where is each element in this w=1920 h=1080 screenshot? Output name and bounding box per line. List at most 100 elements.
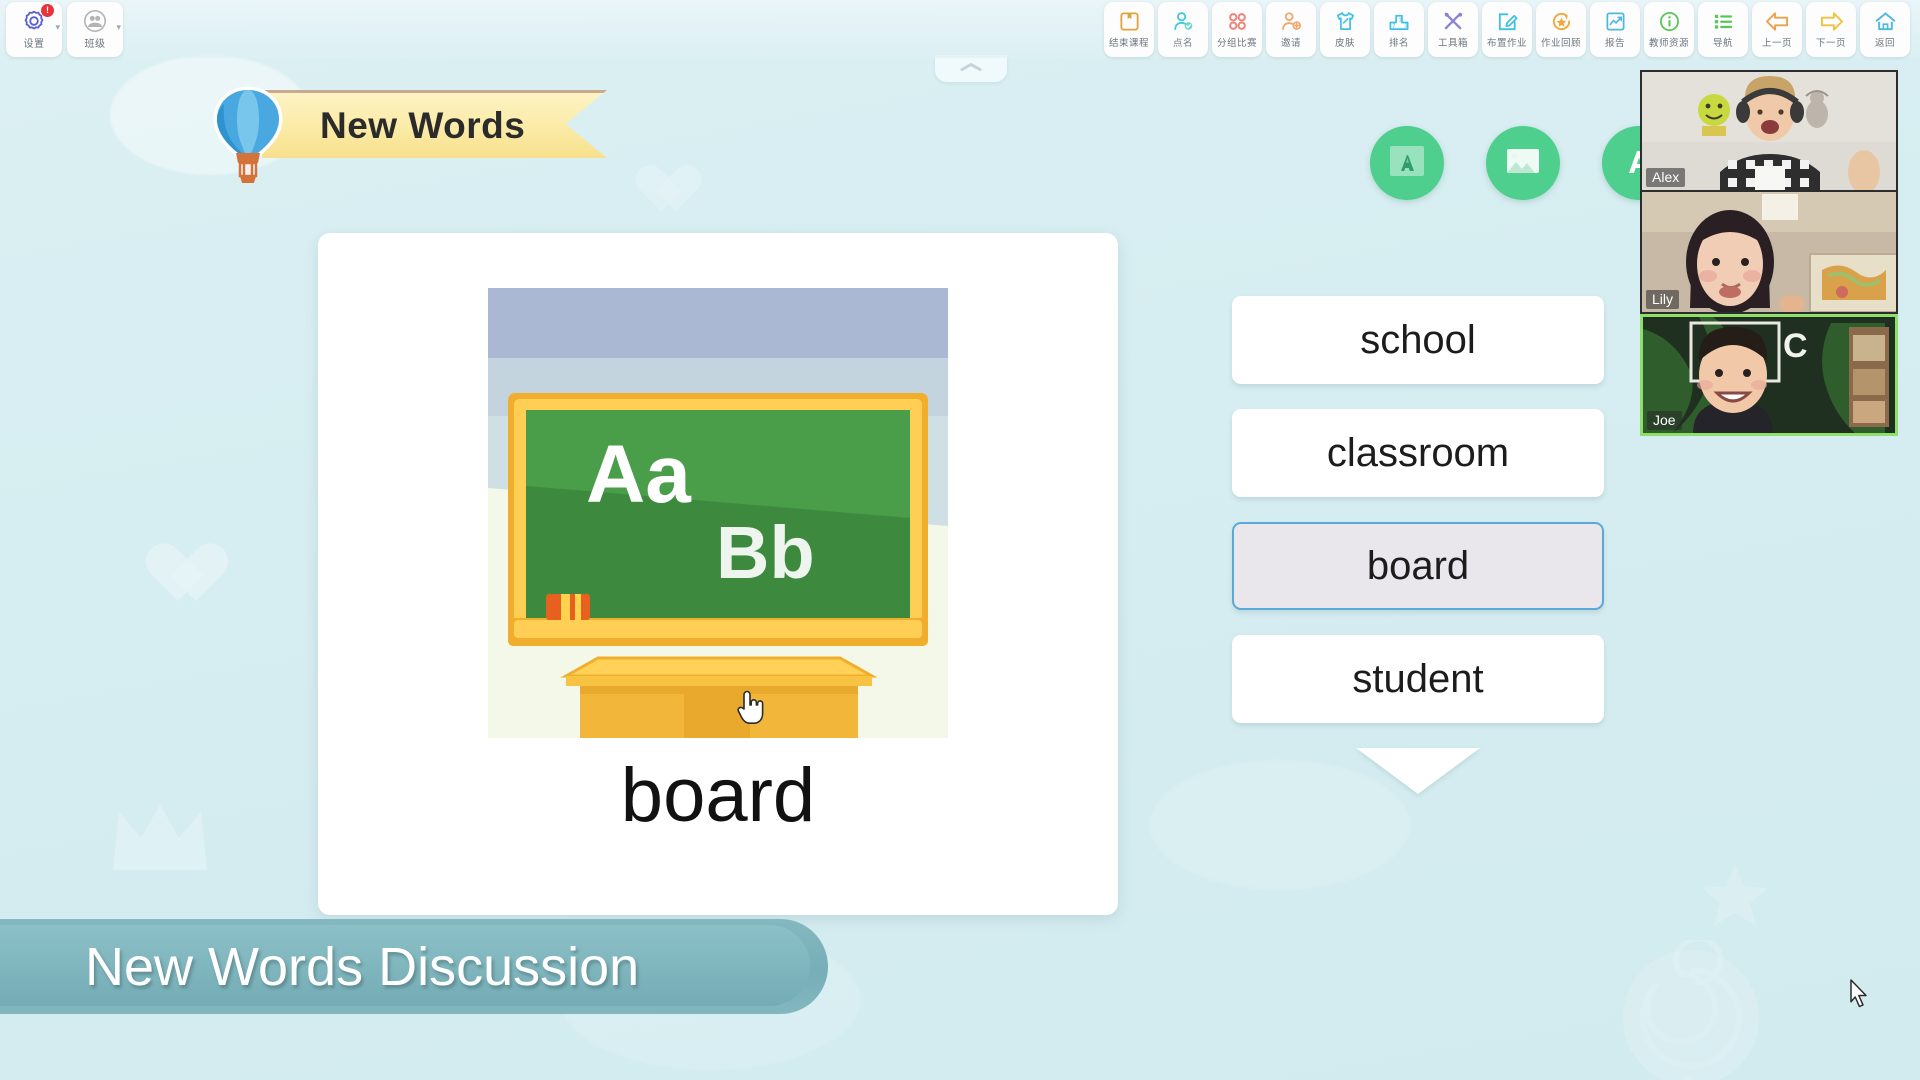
homework-review-label: 作业回顾 [1540, 38, 1581, 49]
end-course-label: 结束课程 [1108, 38, 1149, 49]
hot-air-balloon-icon [202, 82, 294, 203]
skin-button[interactable]: 皮肤 [1320, 2, 1370, 57]
invite-button[interactable]: 邀请 [1266, 2, 1316, 57]
crown-decor [113, 804, 207, 870]
toolbar-collapse-handle[interactable] [935, 55, 1007, 82]
teacher-resource-label: 教师资源 [1648, 38, 1689, 49]
group-competition-button[interactable]: 分组比赛 [1212, 2, 1262, 57]
star-decor [1702, 864, 1768, 926]
group-competition-icon [1226, 10, 1249, 33]
word-list-item-board[interactable]: board [1232, 522, 1604, 610]
navigation-list-icon [1712, 10, 1735, 33]
home-icon [1874, 10, 1897, 33]
image-picture-icon [1501, 139, 1545, 188]
settings-alert-badge: ! [41, 4, 54, 17]
end-course-button[interactable]: 结束课程 [1104, 2, 1154, 57]
navigation-label: 导航 [1712, 38, 1733, 49]
previous-page-label: 上一页 [1761, 38, 1792, 49]
section-title-text: New Words [320, 104, 526, 146]
green-action-buttons [1370, 126, 1676, 200]
word-list-item-school[interactable]: school [1232, 296, 1604, 384]
settings-label: 设置 [23, 39, 45, 50]
assign-homework-button[interactable]: 布置作业 [1482, 2, 1532, 57]
invite-person-icon [1280, 10, 1303, 33]
assign-homework-label: 布置作业 [1486, 38, 1527, 49]
video-name-label: Lily [1646, 290, 1680, 309]
navigation-button[interactable]: 导航 [1698, 2, 1748, 57]
video-tile-lily[interactable]: Lily [1640, 192, 1898, 314]
video-tile-alex[interactable]: Alex [1640, 70, 1898, 192]
chevron-down-icon[interactable]: ▾ [116, 22, 121, 33]
next-page-button[interactable]: 下一页 [1806, 2, 1856, 57]
classroom-blackboard-illustration: Aa Bb [488, 288, 948, 738]
chevron-up-icon [958, 60, 984, 78]
card-word-label: board [620, 753, 816, 838]
video-tile-joe[interactable]: C Joe [1640, 314, 1898, 436]
roll-call-person-icon [1172, 10, 1195, 33]
skin-shirt-icon [1334, 10, 1357, 33]
video-feed-lily [1642, 192, 1896, 312]
back-home-button[interactable]: 返回 [1860, 2, 1910, 57]
group-competition-label: 分组比赛 [1216, 38, 1257, 49]
assign-homework-pencil-icon [1496, 10, 1519, 33]
invite-label: 邀请 [1280, 38, 1301, 49]
settings-button[interactable]: 设置 ! ▾ [6, 2, 62, 57]
heart-decor [647, 166, 703, 217]
section-title-ribbon: New Words [213, 86, 607, 183]
toolbox-label: 工具箱 [1437, 38, 1468, 49]
word-label: classroom [1326, 430, 1510, 475]
text-tool-button-1[interactable] [1370, 126, 1444, 200]
toolbar-left-group: 设置 ! ▾ 班级 ▾ [0, 0, 128, 57]
ranking-podium-icon: 1 2 3 [1388, 10, 1411, 33]
word-list-item-student[interactable]: student [1232, 635, 1604, 723]
report-chart-icon [1604, 10, 1627, 33]
skin-label: 皮肤 [1334, 38, 1355, 49]
word-label: board [1366, 543, 1470, 588]
word-flashcard[interactable]: Aa Bb board [318, 233, 1118, 915]
image-tool-button[interactable] [1486, 126, 1560, 200]
arrow-left-icon [1765, 10, 1790, 33]
class-group-icon [83, 9, 107, 33]
word-list-item-classroom[interactable]: classroom [1232, 409, 1604, 497]
previous-page-button[interactable]: 上一页 [1752, 2, 1802, 57]
svg-text:Aa: Aa [586, 429, 692, 520]
activity-title-text: New Words Discussion [85, 936, 640, 997]
new-words-list: school classroom board student [1232, 296, 1604, 794]
video-name-label: Alex [1646, 168, 1686, 187]
class-label: 班级 [84, 39, 106, 50]
heart-decor [160, 545, 230, 609]
section-title-banner: New Words [262, 90, 607, 158]
ranking-label: 排名 [1388, 38, 1409, 49]
teacher-resource-info-icon [1658, 10, 1681, 33]
text-a-icon [1385, 139, 1429, 188]
lollipop-decor [1623, 940, 1759, 1080]
word-label: school [1360, 317, 1476, 362]
ranking-button[interactable]: 1 2 3 排名 [1374, 2, 1424, 57]
activity-title-banner: New Words Discussion [0, 919, 828, 1014]
top-toolbar: 设置 ! ▾ 班级 ▾ 结束课程 点名 分组比赛 邀请 皮肤 1 2 3 排名 … [0, 0, 1920, 58]
word-label: student [1352, 656, 1484, 701]
toolbox-cross-tools-icon [1442, 10, 1465, 33]
chevron-down-triangle-icon[interactable] [1356, 748, 1480, 794]
teacher-resource-button[interactable]: 教师资源 [1644, 2, 1694, 57]
back-home-label: 返回 [1874, 38, 1895, 49]
toolbox-button[interactable]: 工具箱 [1428, 2, 1478, 57]
report-label: 报告 [1604, 38, 1625, 49]
roll-call-label: 点名 [1172, 38, 1193, 49]
svg-text:2: 2 [1392, 24, 1395, 30]
video-name-label: Joe [1647, 411, 1682, 430]
svg-text:Bb: Bb [716, 511, 815, 594]
roll-call-button[interactable]: 点名 [1158, 2, 1208, 57]
svg-text:3: 3 [1404, 24, 1407, 30]
video-participants-panel: Alex Lily C Joe [1640, 70, 1898, 436]
homework-review-button[interactable]: 作业回顾 [1536, 2, 1586, 57]
chevron-down-icon[interactable]: ▾ [55, 22, 60, 33]
svg-text:1: 1 [1398, 18, 1401, 24]
report-button[interactable]: 报告 [1590, 2, 1640, 57]
homework-review-star-icon [1550, 10, 1573, 33]
end-course-book-icon [1118, 10, 1141, 33]
class-button[interactable]: 班级 ▾ [67, 2, 123, 57]
arrow-right-icon [1819, 10, 1844, 33]
toolbar-right-group: 结束课程 点名 分组比赛 邀请 皮肤 1 2 3 排名 工具箱 布置作业 作业回… [1104, 0, 1920, 57]
svg-text:C: C [1783, 327, 1808, 365]
